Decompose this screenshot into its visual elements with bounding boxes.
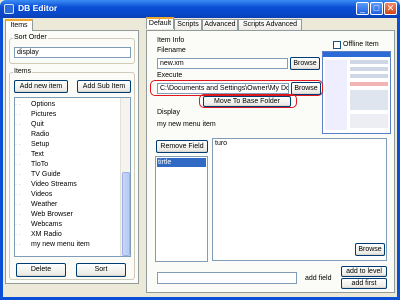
- items-tree[interactable]: · · Options · · Pictures · · Quit · · Radio · · S…: [14, 97, 131, 257]
- tree-item[interactable]: · · Radio: [15, 130, 49, 139]
- tree-item-label: TV Guide: [31, 171, 61, 178]
- tree-item-label: Setup: [31, 141, 50, 148]
- tree-connector-icon: · ·: [15, 242, 21, 248]
- tree-connector-icon: · ·: [15, 192, 21, 198]
- execute-label: Execute: [157, 72, 183, 79]
- sort-order-field[interactable]: display: [14, 47, 131, 58]
- tree-connector-icon: · ·: [15, 172, 21, 178]
- tab-default[interactable]: Default: [146, 17, 174, 29]
- tree-connector-icon: · ·: [15, 162, 21, 168]
- tree-scrollbar[interactable]: [120, 98, 130, 256]
- add-to-level-button[interactable]: add to level: [341, 266, 387, 277]
- tree-connector-icon: · ·: [15, 232, 21, 238]
- tree-scrollbar-thumb[interactable]: [122, 172, 130, 256]
- preview-image: [322, 51, 391, 134]
- sort-order-label: Sort Order: [13, 34, 48, 41]
- add-first-button[interactable]: add first: [341, 278, 387, 289]
- tree-item[interactable]: · · Webcams: [15, 220, 62, 229]
- field-list[interactable]: tirtle: [155, 156, 208, 262]
- tree-item[interactable]: · · Quit: [15, 120, 44, 129]
- move-to-base-folder-button[interactable]: Move To Base Folder: [203, 96, 291, 107]
- window-title: DB Editor: [18, 3, 58, 13]
- close-button[interactable]: ✕: [384, 2, 397, 15]
- filename-field[interactable]: new.xm: [157, 58, 288, 69]
- field-browse-button[interactable]: Browse: [355, 243, 385, 256]
- tree-item[interactable]: · · XM Radio: [15, 230, 62, 239]
- add-field-label[interactable]: add field: [305, 275, 331, 282]
- tree-item[interactable]: · · my new menu item: [15, 240, 90, 249]
- tree-item[interactable]: · · Videos: [15, 190, 52, 199]
- tree-item-label: Webcams: [31, 221, 62, 228]
- window-frame-left: [0, 18, 3, 300]
- display-value: my new menu item: [157, 121, 216, 128]
- tree-connector-icon: · ·: [15, 142, 21, 148]
- tree-item-label: Radio: [31, 131, 50, 138]
- tree-item[interactable]: · · Video Streams: [15, 180, 77, 189]
- app-icon: [4, 4, 14, 14]
- tree-connector-icon: · ·: [15, 152, 21, 158]
- tree-item[interactable]: · · TV Guide: [15, 170, 61, 179]
- tree-item-label: Web Browser: [31, 211, 73, 218]
- delete-button[interactable]: Delete: [16, 263, 66, 277]
- tree-connector-icon: · ·: [15, 132, 21, 138]
- tree-connector-icon: · ·: [15, 112, 21, 118]
- tab-scripts-advanced[interactable]: Scripts Advanced: [238, 19, 302, 30]
- minimize-button[interactable]: _: [356, 2, 369, 15]
- tree-item-label: my new menu item: [31, 241, 90, 248]
- tree-item[interactable]: · · Setup: [15, 140, 49, 149]
- tree-connector-icon: · ·: [15, 102, 21, 108]
- tree-connector-icon: · ·: [15, 212, 21, 218]
- sort-button[interactable]: Sort: [76, 263, 126, 277]
- tree-item[interactable]: · · Options: [15, 100, 55, 109]
- filename-browse-button[interactable]: Browse: [290, 57, 320, 70]
- field-list-item-selected[interactable]: tirtle: [157, 158, 206, 167]
- tree-item-label: Video Streams: [31, 181, 77, 188]
- tree-connector-icon: · ·: [15, 202, 21, 208]
- tree-item-label: XM Radio: [31, 231, 62, 238]
- maximize-button[interactable]: □: [370, 2, 383, 15]
- tree-item-label: Options: [31, 101, 56, 108]
- tree-item[interactable]: · · Web Browser: [15, 210, 73, 219]
- tree-connector-icon: · ·: [15, 122, 21, 128]
- title-bar[interactable]: DB Editor _ □ ✕: [0, 0, 400, 18]
- item-info-label: Item Info: [157, 37, 185, 44]
- execute-field[interactable]: C:\Documents and Settings\Owner\My Docum: [157, 83, 289, 94]
- new-field-input[interactable]: [157, 272, 297, 284]
- tree-item-label: Pictures: [31, 111, 57, 118]
- tree-item-label: TloTo: [31, 161, 49, 168]
- execute-browse-button[interactable]: Browse: [291, 82, 321, 95]
- tree-item[interactable]: · · Weather: [15, 200, 57, 209]
- remove-field-button[interactable]: Remove Field: [156, 140, 208, 153]
- filename-label: Filename: [157, 47, 186, 54]
- tree-item-label: Videos: [31, 191, 53, 198]
- tree-connector-icon: · ·: [15, 182, 21, 188]
- tab-advanced[interactable]: Advanced: [202, 19, 238, 30]
- tree-item[interactable]: · · Text: [15, 150, 44, 159]
- display-label: Display: [157, 109, 180, 116]
- add-sub-item-button[interactable]: Add Sub Item: [77, 80, 131, 93]
- tree-item[interactable]: · · Pictures: [15, 110, 56, 119]
- tree-list: · · Options · · Pictures · · Quit · · Radio · · S…: [15, 98, 121, 256]
- tree-connector-icon: · ·: [15, 222, 21, 228]
- tree-item[interactable]: · · TloTo: [15, 160, 48, 169]
- tab-scripts[interactable]: Scripts: [174, 19, 202, 30]
- offline-item-checkbox[interactable]: [333, 41, 341, 49]
- tree-item-label: Quit: [31, 121, 44, 128]
- tree-item-label: Weather: [31, 201, 58, 208]
- tab-items[interactable]: Items: [5, 19, 33, 31]
- offline-item-label: Offline Item: [343, 41, 379, 48]
- items-group-label: Items: [13, 68, 33, 75]
- add-new-item-button[interactable]: Add new item: [14, 80, 68, 93]
- tree-item-label: Text: [31, 151, 44, 158]
